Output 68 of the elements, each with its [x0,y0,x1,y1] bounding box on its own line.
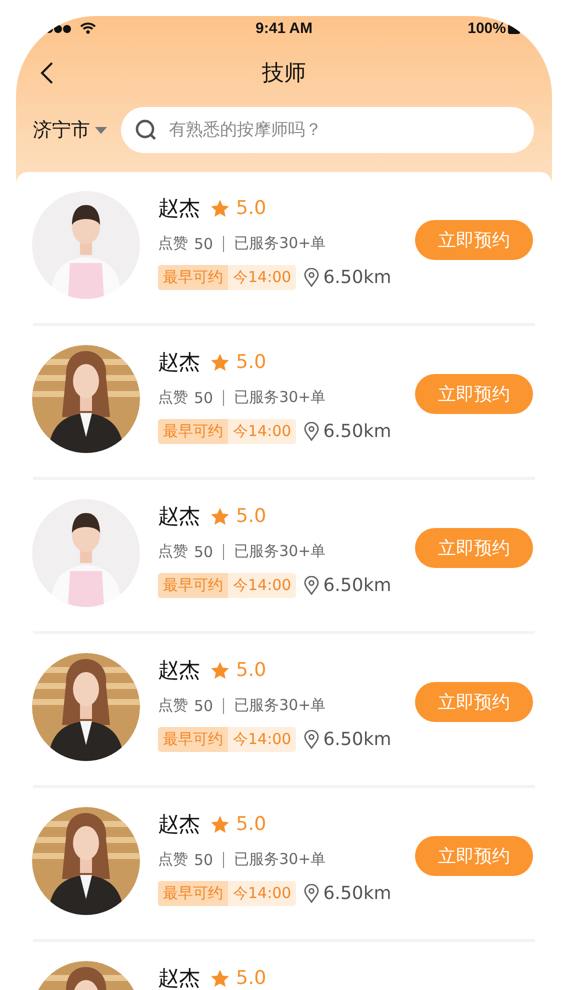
star-icon [210,814,230,834]
book-button[interactable]: 立即预约 [415,220,533,260]
likes-label: 点赞 [158,696,188,715]
likes-count: 50 [194,696,214,714]
rating-score: 5.0 [236,967,266,989]
star-icon [210,198,230,218]
star-icon [210,968,230,988]
distance: 6.50km [323,729,392,750]
earliest-time: 今14:00 [228,419,296,444]
likes-label: 点赞 [158,388,188,407]
signal-icon [46,24,72,34]
therapist-name: 赵杰 [158,811,200,838]
distance: 6.50km [323,883,392,904]
status-time: 9:41 AM [254,20,314,36]
likes-count: 50 [194,850,214,868]
earliest-time: 今14:00 [228,573,296,598]
book-button[interactable]: 立即预约 [415,682,533,722]
caret-icon [95,126,107,134]
location-pin-icon [304,576,320,595]
distance: 6.50km [323,267,392,288]
therapist-name: 赵杰 [158,965,200,990]
book-button[interactable]: 立即预约 [415,374,533,414]
therapist-name: 赵杰 [158,349,200,376]
search-field[interactable]: 有熟悉的按摩师吗？ [121,107,534,153]
orders-served: 已服务30+单 [234,850,326,869]
likes-count: 50 [194,388,214,406]
page-title: 技师 [262,60,306,88]
earliest-time: 今14:00 [228,881,296,906]
wifi-icon [80,22,96,34]
likes-count: 50 [194,542,214,560]
likes-count: 50 [194,234,214,252]
book-button[interactable]: 立即预约 [415,528,533,568]
likes-label: 点赞 [158,234,188,253]
distance: 6.50km [323,575,392,596]
earliest-label: 最早可约 [158,419,228,444]
therapist-name: 赵杰 [158,503,200,530]
star-icon [210,352,230,372]
earliest-time: 今14:00 [228,727,296,752]
rating-score: 5.0 [236,351,266,373]
rating-score: 5.0 [236,197,266,219]
likes-label: 点赞 [158,850,188,869]
earliest-label: 最早可约 [158,881,228,906]
battery-percent: 100% [468,20,506,36]
location-pin-icon [304,422,320,441]
star-icon [210,506,230,526]
orders-served: 已服务30+单 [234,234,326,253]
location-pin-icon [304,730,320,749]
location-pin-icon [304,268,320,287]
earliest-time: 今14:00 [228,265,296,290]
therapist-name: 赵杰 [158,657,200,684]
orders-served: 已服务30+单 [234,696,326,715]
orders-served: 已服务30+单 [234,542,326,561]
star-icon [210,660,230,680]
book-button[interactable]: 立即预约 [415,836,533,876]
city-selector[interactable]: 济宁市 [33,117,107,143]
earliest-label: 最早可约 [158,727,228,752]
location-pin-icon [304,884,320,903]
rating-score: 5.0 [236,505,266,527]
likes-label: 点赞 [158,542,188,561]
rating-score: 5.0 [236,813,266,835]
earliest-label: 最早可约 [158,265,228,290]
back-icon[interactable] [40,61,54,85]
orders-served: 已服务30+单 [234,388,326,407]
distance: 6.50km [323,421,392,442]
rating-score: 5.0 [236,659,266,681]
search-icon [134,118,158,142]
therapist-name: 赵杰 [158,195,200,222]
earliest-label: 最早可约 [158,573,228,598]
